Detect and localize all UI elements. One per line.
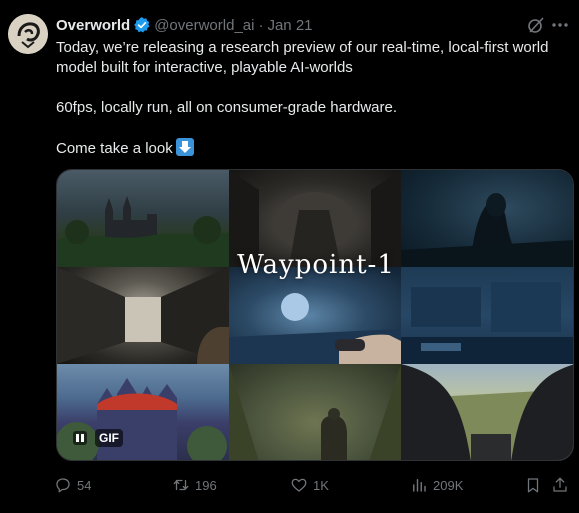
reply-count: 54 bbox=[77, 477, 92, 493]
bookmark-button[interactable] bbox=[524, 474, 542, 496]
tweet-text: Today, we’re releasing a research previe… bbox=[56, 38, 576, 159]
tweet-header: Overworld @overworld_ai · Jan 21 bbox=[56, 14, 313, 36]
separator-dot: · bbox=[258, 16, 264, 34]
action-bar: 54 196 1K 209K bbox=[54, 474, 574, 496]
tweet-text-line: Today, we’re releasing a research previe… bbox=[56, 39, 549, 56]
gif-label: GIF bbox=[95, 429, 123, 447]
media-tile-jungle-soldier bbox=[229, 364, 401, 460]
tweet-text-cta: Come take a look bbox=[56, 140, 173, 157]
media-tile-gothic-castle bbox=[57, 170, 229, 267]
tweet-text-line: Come take a look bbox=[56, 138, 576, 159]
display-name[interactable]: Overworld bbox=[56, 17, 130, 34]
handle[interactable]: @overworld_ai bbox=[154, 17, 254, 34]
views-icon bbox=[413, 479, 426, 492]
retweet-icon bbox=[173, 479, 189, 491]
arrow-down-emoji bbox=[175, 138, 194, 156]
media-tile-blue-machinery bbox=[401, 267, 573, 364]
like-button[interactable]: 1K bbox=[290, 474, 329, 496]
grok-icon[interactable] bbox=[527, 16, 545, 34]
more-icon[interactable] bbox=[549, 16, 571, 34]
share-button[interactable] bbox=[551, 474, 569, 496]
share-icon bbox=[553, 477, 567, 492]
reply-icon bbox=[56, 478, 70, 493]
verified-badge-icon bbox=[133, 16, 151, 34]
media-gif[interactable]: Waypoint-1 GIF bbox=[56, 169, 574, 461]
avatar[interactable] bbox=[8, 14, 48, 54]
tweet-text-line: model built for interactive, playable AI… bbox=[56, 59, 353, 76]
views-button[interactable]: 209K bbox=[410, 474, 463, 496]
like-icon bbox=[291, 478, 307, 492]
media-tile-hooded-figure bbox=[401, 170, 573, 267]
bookmark-icon bbox=[527, 478, 539, 493]
gif-badge[interactable]: GIF bbox=[67, 427, 129, 449]
retweet-button[interactable]: 196 bbox=[172, 474, 217, 496]
media-tile-helicopter-cockpit bbox=[401, 364, 573, 460]
tweet-card[interactable]: Overworld @overworld_ai · Jan 21 Today, … bbox=[0, 0, 579, 513]
media-tile-flooded-room-flashlight bbox=[229, 267, 401, 364]
like-count: 1K bbox=[313, 477, 329, 493]
views-count: 209K bbox=[433, 477, 464, 493]
tweet-text-line: 60fps, locally run, all on consumer-grad… bbox=[56, 99, 398, 116]
pause-icon[interactable] bbox=[73, 431, 87, 445]
media-tile-lit-hallway bbox=[57, 267, 229, 364]
tweet-date[interactable]: Jan 21 bbox=[267, 17, 312, 34]
retweet-count: 196 bbox=[195, 477, 217, 493]
reply-button[interactable]: 54 bbox=[54, 474, 91, 496]
media-overlay-title: Waypoint-1 bbox=[237, 250, 395, 280]
